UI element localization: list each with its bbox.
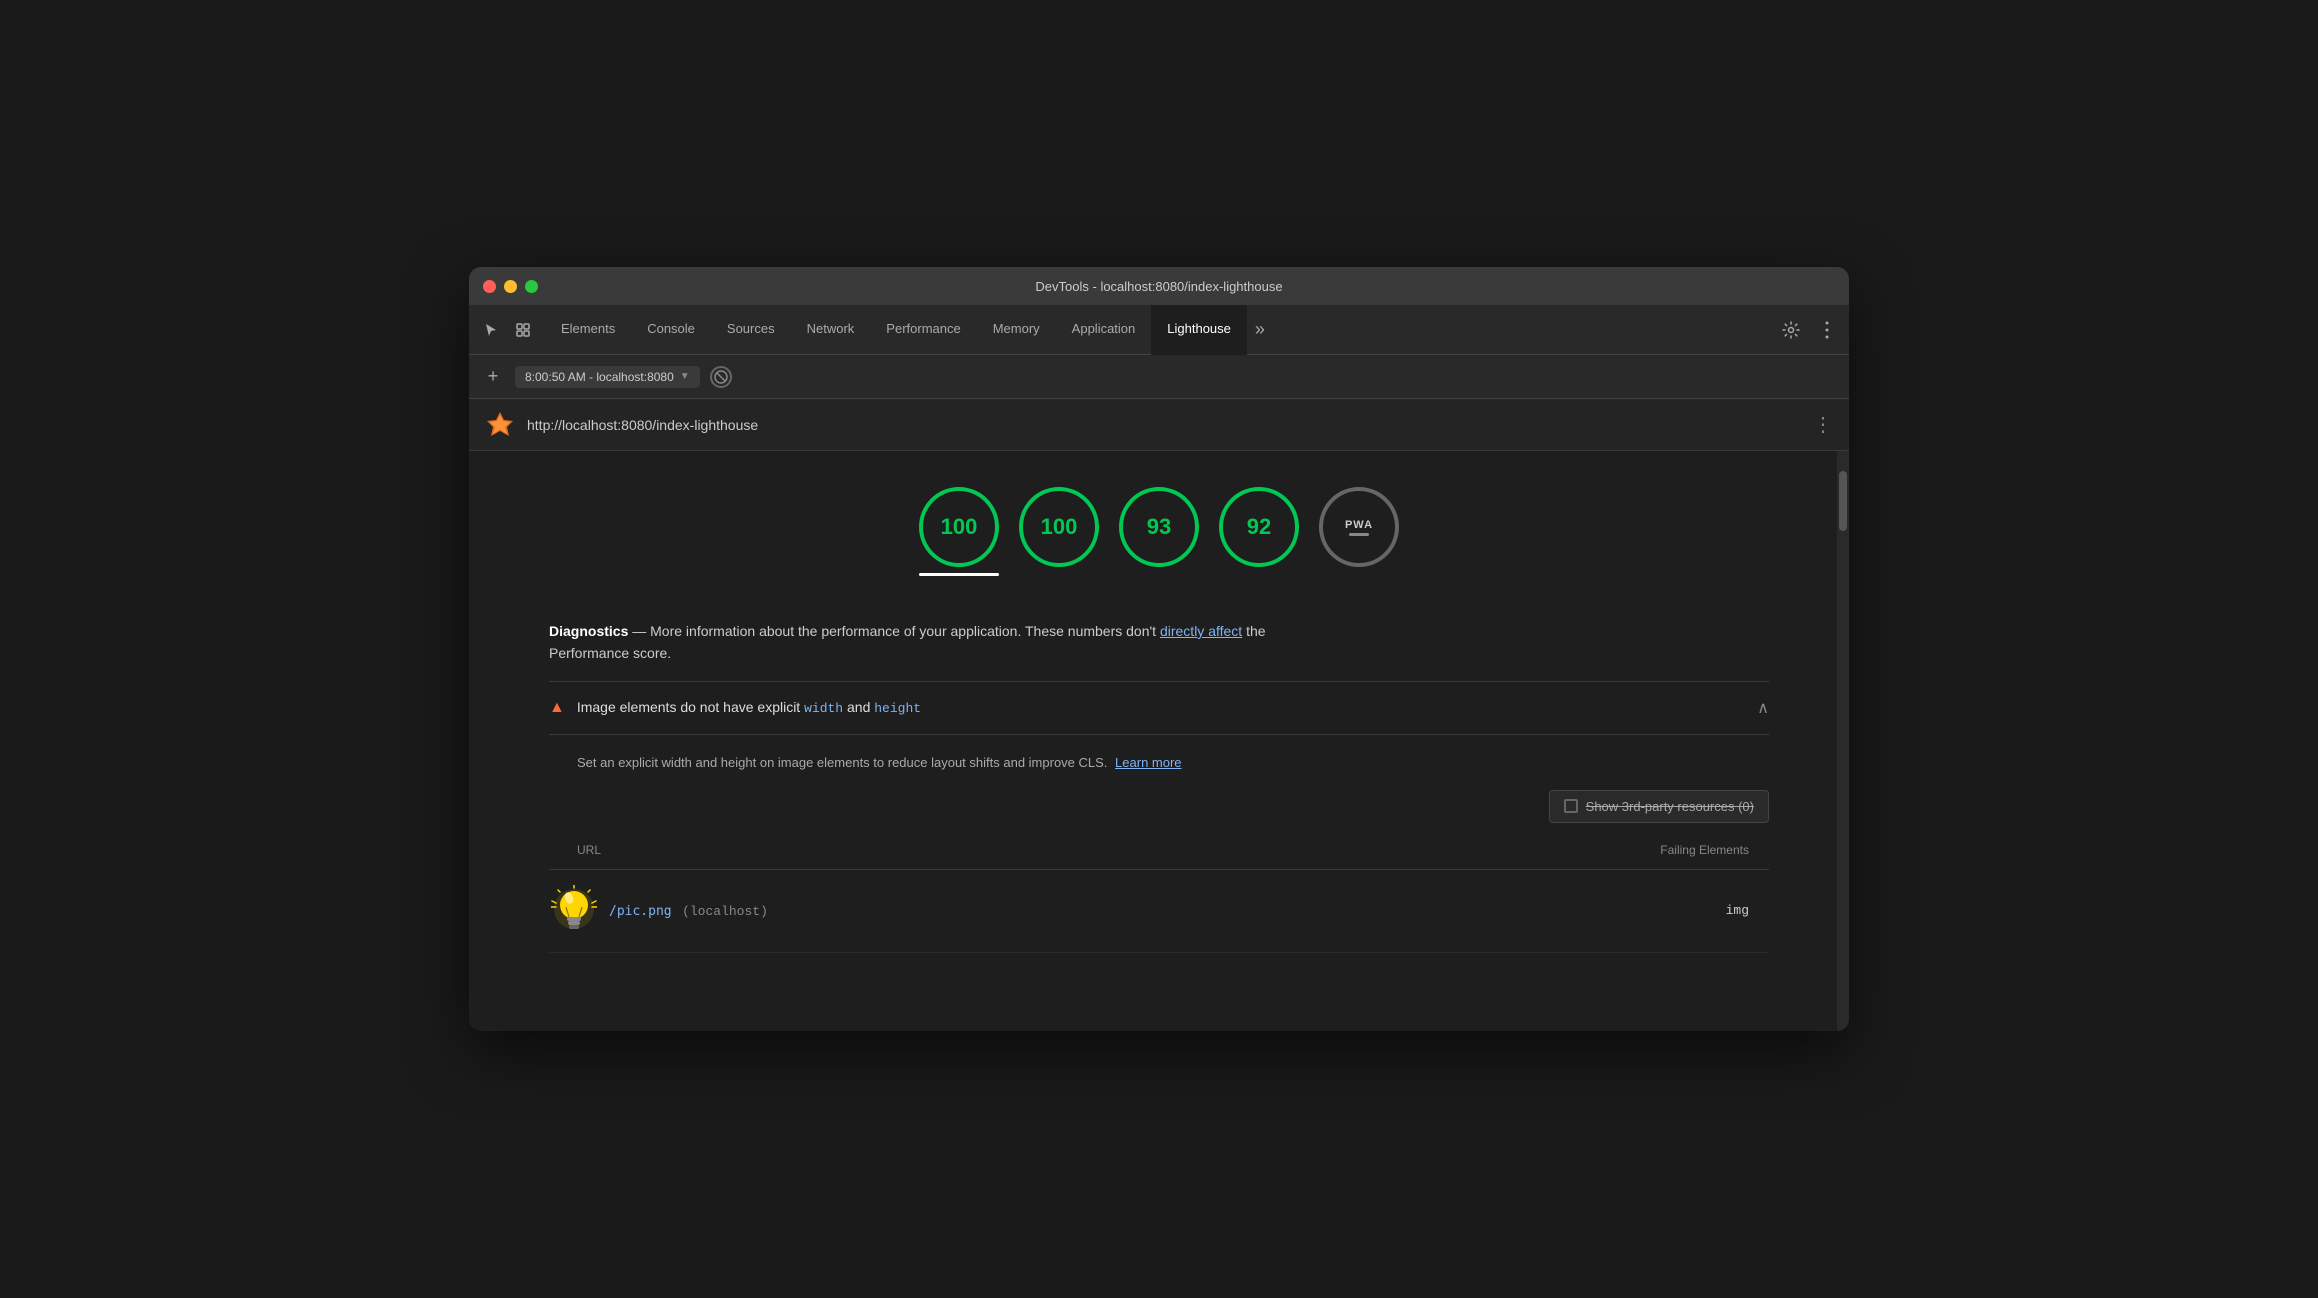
diagnostics-desc-end: the [1246, 623, 1265, 639]
diagnostics-title: Diagnostics [549, 623, 628, 639]
third-party-checkbox[interactable] [1564, 799, 1578, 813]
third-party-row: Show 3rd-party resources (0) [549, 790, 1769, 823]
third-party-label: Show 3rd-party resources (0) [1586, 799, 1754, 814]
score-circle-3[interactable]: 92 [1219, 487, 1299, 567]
page-more-options-icon[interactable]: ⋮ [1813, 412, 1833, 437]
lightbulb-icon [551, 885, 597, 937]
tab-network[interactable]: Network [791, 305, 871, 355]
score-underline-0 [919, 573, 999, 576]
new-tab-button[interactable]: + [481, 365, 505, 389]
warning-text: Image elements do not have explicit widt… [577, 699, 1745, 716]
tab-memory[interactable]: Memory [977, 305, 1056, 355]
scrollbar[interactable] [1837, 451, 1849, 1031]
more-options-icon[interactable] [1813, 316, 1841, 344]
content-area: Diagnostics — More information about the… [469, 600, 1849, 973]
score-wrapper-0: 100 [919, 487, 999, 576]
tab-icons [477, 316, 537, 344]
traffic-lights [483, 280, 538, 293]
diagnostics-desc2: Performance score. [549, 645, 671, 661]
score-wrapper-pwa: PWA [1319, 487, 1399, 576]
minimize-button[interactable] [504, 280, 517, 293]
result-table: URL Failing Elements [549, 839, 1769, 953]
table-row: /pic.png (localhost) img [549, 870, 1769, 953]
detail-area: Set an explicit width and height on imag… [549, 735, 1769, 973]
width-code: width [804, 701, 843, 716]
page-url-text: http://localhost:8080/index-lighthouse [527, 417, 758, 433]
settings-icon[interactable] [1777, 316, 1805, 344]
resource-host: (localhost) [682, 904, 768, 919]
url-chip[interactable]: 8:00:50 AM - localhost:8080 ▼ [515, 366, 700, 388]
tab-sources[interactable]: Sources [711, 305, 791, 355]
diagnostics-desc: — More information about the performance… [632, 623, 1156, 639]
col-header-failing: Failing Elements [1569, 843, 1769, 857]
cursor-icon[interactable] [477, 316, 505, 344]
score-circle-1[interactable]: 100 [1019, 487, 1099, 567]
warning-triangle-icon: ▲ [549, 699, 565, 717]
row-thumbnail [549, 886, 599, 936]
tab-lighthouse[interactable]: Lighthouse [1151, 305, 1247, 355]
score-circle-2[interactable]: 93 [1119, 487, 1199, 567]
tabs: Elements Console Sources Network Perform… [545, 305, 1777, 355]
tab-console[interactable]: Console [631, 305, 711, 355]
more-tabs-button[interactable]: » [1247, 319, 1273, 340]
resource-url-link[interactable]: /pic.png [609, 904, 672, 919]
current-url: 8:00:50 AM - localhost:8080 [525, 370, 674, 384]
tab-performance[interactable]: Performance [870, 305, 976, 355]
col-header-url: URL [549, 843, 1569, 857]
tabs-bar: Elements Console Sources Network Perform… [469, 305, 1849, 355]
score-wrapper-3: 92 [1219, 487, 1299, 576]
detail-description: Set an explicit width and height on imag… [549, 755, 1769, 770]
titlebar: DevTools - localhost:8080/index-lighthou… [469, 267, 1849, 305]
row-url-cell: /pic.png (localhost) [599, 902, 1569, 920]
url-chevron-icon: ▼ [680, 371, 690, 382]
tabs-actions [1777, 316, 1841, 344]
scores-row: 100 100 93 92 [469, 451, 1849, 600]
window-title: DevTools - localhost:8080/index-lighthou… [1035, 279, 1282, 294]
close-button[interactable] [483, 280, 496, 293]
tab-application[interactable]: Application [1056, 305, 1152, 355]
warning-collapse-icon[interactable]: ∧ [1757, 698, 1769, 718]
maximize-button[interactable] [525, 280, 538, 293]
main-content: 100 100 93 92 [469, 451, 1849, 1031]
score-circle-pwa[interactable]: PWA [1319, 487, 1399, 567]
tab-elements[interactable]: Elements [545, 305, 631, 355]
stop-loading-button[interactable] [710, 366, 732, 388]
directly-affect-link[interactable]: directly affect [1160, 623, 1242, 639]
inspect-icon[interactable] [509, 316, 537, 344]
diagnostics-section: Diagnostics — More information about the… [549, 600, 1769, 682]
pwa-dash [1349, 533, 1369, 536]
address-bar: + 8:00:50 AM - localhost:8080 ▼ [469, 355, 1849, 399]
score-circle-0[interactable]: 100 [919, 487, 999, 567]
height-code: height [874, 701, 921, 716]
page-url-bar: http://localhost:8080/index-lighthouse ⋮ [469, 399, 1849, 451]
scrollbar-thumb[interactable] [1839, 471, 1847, 531]
third-party-box: Show 3rd-party resources (0) [1549, 790, 1769, 823]
row-failing-cell: img [1569, 903, 1769, 918]
learn-more-link[interactable]: Learn more [1115, 755, 1181, 770]
warning-row: ▲ Image elements do not have explicit wi… [549, 682, 1769, 735]
lighthouse-logo-icon [485, 410, 515, 440]
score-wrapper-2: 93 [1119, 487, 1199, 576]
table-header: URL Failing Elements [549, 839, 1769, 870]
score-wrapper-1: 100 [1019, 487, 1099, 576]
devtools-window: DevTools - localhost:8080/index-lighthou… [469, 267, 1849, 1031]
